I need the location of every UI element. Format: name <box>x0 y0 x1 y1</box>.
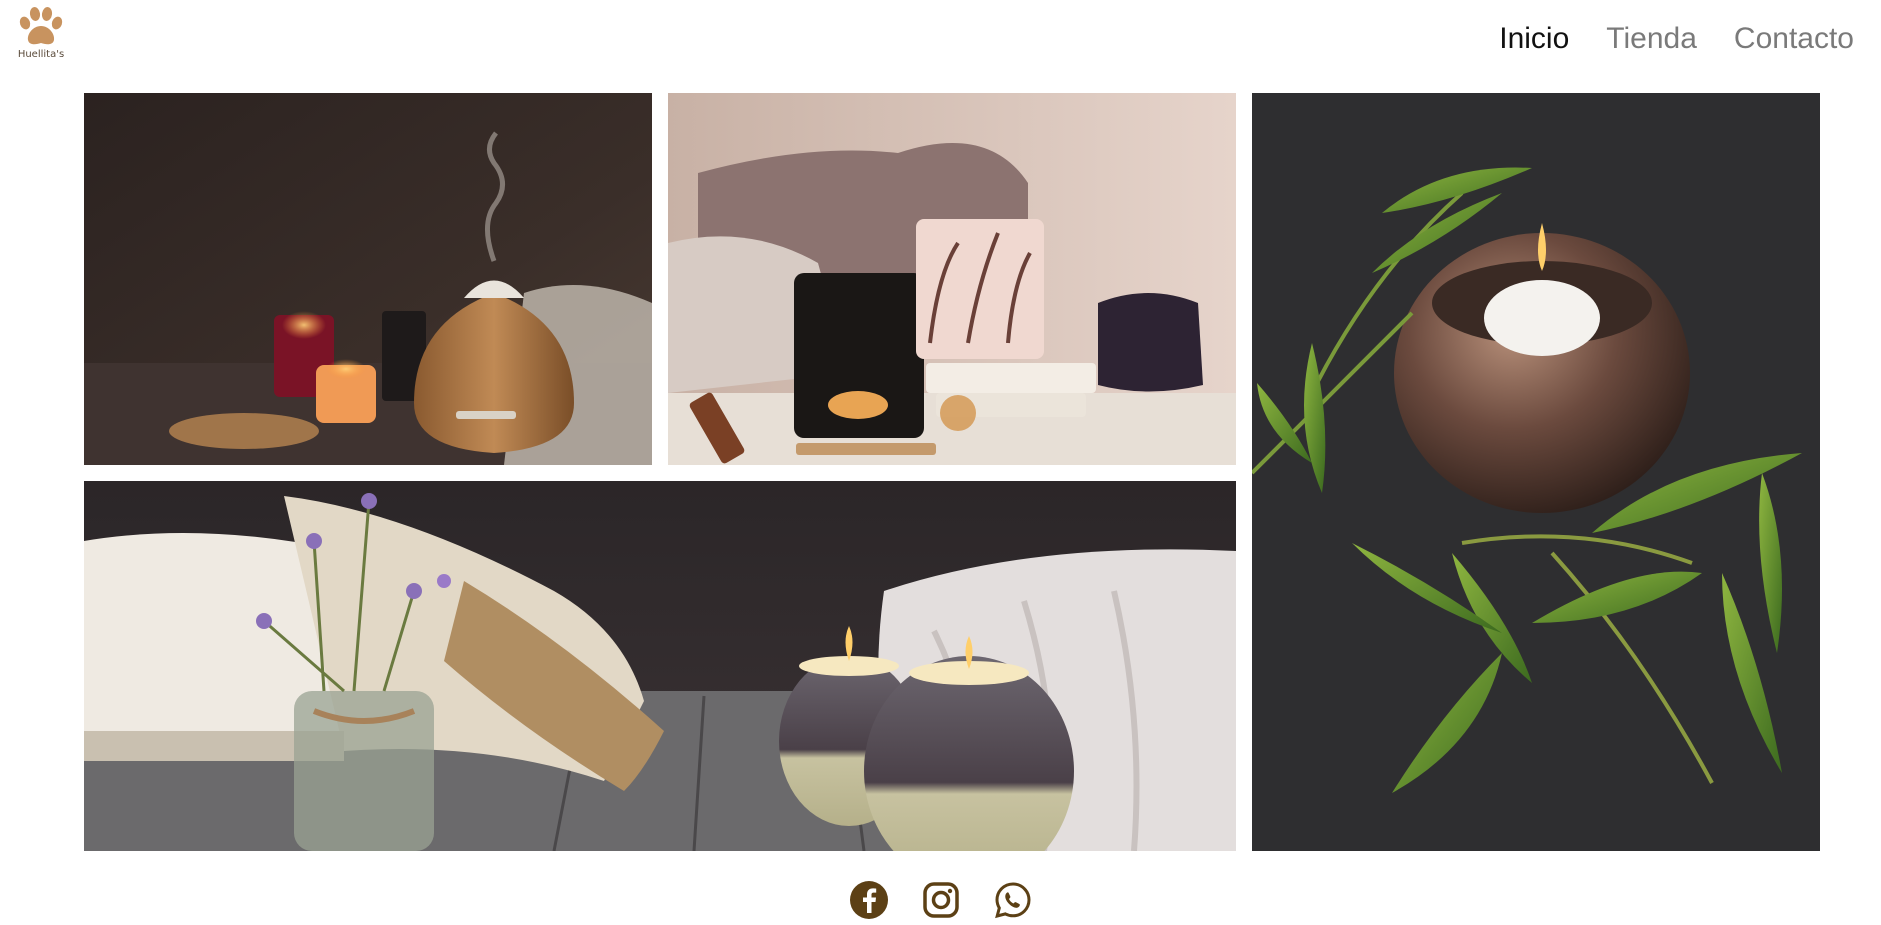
floating-candle-bamboo-photo <box>1252 93 1820 851</box>
instagram-icon[interactable] <box>921 880 961 920</box>
main-nav: Inicio Tienda Contacto <box>1499 22 1854 56</box>
nav-item-tienda[interactable]: Tienda <box>1606 22 1697 56</box>
nav-item-contacto[interactable]: Contacto <box>1734 22 1854 56</box>
book-lavender-candles-photo <box>84 481 1236 851</box>
nav-item-inicio[interactable]: Inicio <box>1499 22 1569 56</box>
brand-logo[interactable]: Huellita's <box>14 6 68 66</box>
facebook-icon[interactable] <box>849 880 889 920</box>
whatsapp-icon[interactable] <box>993 880 1033 920</box>
aroma-diffuser-candles-photo <box>84 93 652 465</box>
social-links <box>0 880 1881 920</box>
cozy-candle-holders-photo <box>668 93 1236 465</box>
paw-icon <box>19 7 63 45</box>
brand-name: Huellita's <box>17 49 65 60</box>
site-header: Huellita's Inicio Tienda Contacto <box>0 0 1881 80</box>
